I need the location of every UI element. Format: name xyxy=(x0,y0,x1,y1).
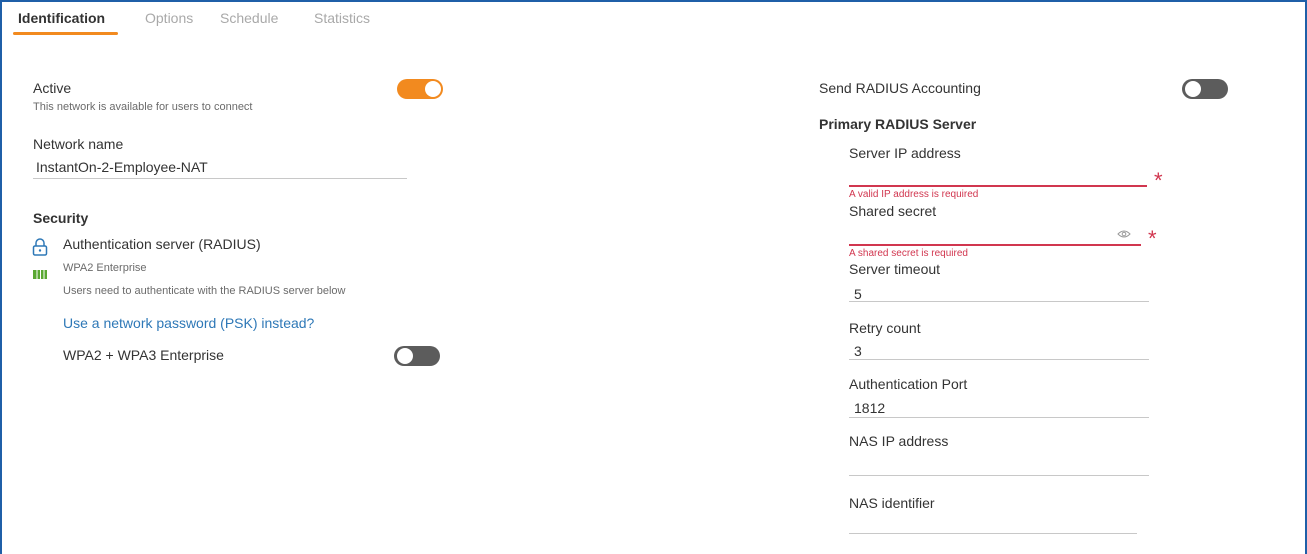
primary-server-title: Primary RADIUS Server xyxy=(819,116,977,132)
nas-ip-underline xyxy=(849,475,1149,476)
eye-icon[interactable] xyxy=(1117,226,1131,244)
required-asterisk: * xyxy=(1154,168,1163,193)
wpa3-label: WPA2 + WPA3 Enterprise xyxy=(63,347,224,363)
shared-secret-label: Shared secret xyxy=(849,203,937,219)
active-toggle[interactable] xyxy=(397,79,443,99)
lock-icon xyxy=(32,238,48,261)
network-name-label: Network name xyxy=(33,136,124,152)
toggle-knob xyxy=(425,81,441,97)
retry-count-input[interactable]: 3 xyxy=(854,343,862,359)
signal-strength-icon xyxy=(33,266,47,284)
network-name-underline xyxy=(33,178,407,179)
active-label: Active xyxy=(33,80,72,96)
retry-count-label: Retry count xyxy=(849,320,921,336)
retry-count-underline xyxy=(849,359,1149,360)
tab-statistics[interactable]: Statistics xyxy=(314,10,370,26)
shared-secret-error: A shared secret is required xyxy=(849,248,968,259)
network-settings-panel: Identification Options Schedule Statisti… xyxy=(0,0,1307,554)
security-title: Security xyxy=(33,210,89,226)
server-ip-underline xyxy=(849,185,1147,187)
nas-ip-label: NAS IP address xyxy=(849,433,949,449)
auth-description: Users need to authenticate with the RADI… xyxy=(63,285,346,297)
server-timeout-label: Server timeout xyxy=(849,261,941,277)
active-description: This network is available for users to c… xyxy=(33,101,253,113)
accounting-label: Send RADIUS Accounting xyxy=(819,80,981,96)
toggle-knob xyxy=(1184,80,1202,98)
auth-port-label: Authentication Port xyxy=(849,376,968,392)
use-psk-link[interactable]: Use a network password (PSK) instead? xyxy=(63,315,314,331)
server-ip-label: Server IP address xyxy=(849,145,961,161)
tab-schedule[interactable]: Schedule xyxy=(220,10,278,26)
wpa3-toggle[interactable] xyxy=(394,346,440,366)
required-asterisk: * xyxy=(1148,226,1157,251)
network-name-input[interactable]: InstantOn-2-Employee-NAT xyxy=(36,159,208,175)
nas-identifier-label: NAS identifier xyxy=(849,495,935,511)
server-timeout-underline xyxy=(849,301,1149,302)
shared-secret-underline xyxy=(849,244,1141,246)
auth-port-underline xyxy=(849,417,1149,418)
auth-server-title: Authentication server (RADIUS) xyxy=(63,236,261,252)
auth-port-input[interactable]: 1812 xyxy=(854,400,885,416)
nas-identifier-underline xyxy=(849,533,1137,534)
toggle-knob xyxy=(396,347,414,365)
server-ip-error: A valid IP address is required xyxy=(849,189,979,200)
server-timeout-input[interactable]: 5 xyxy=(854,286,862,302)
tab-options[interactable]: Options xyxy=(145,10,193,26)
tab-identification[interactable]: Identification xyxy=(18,10,105,26)
auth-type: WPA2 Enterprise xyxy=(63,262,147,274)
active-tab-indicator xyxy=(13,32,118,35)
accounting-toggle[interactable] xyxy=(1182,79,1228,99)
